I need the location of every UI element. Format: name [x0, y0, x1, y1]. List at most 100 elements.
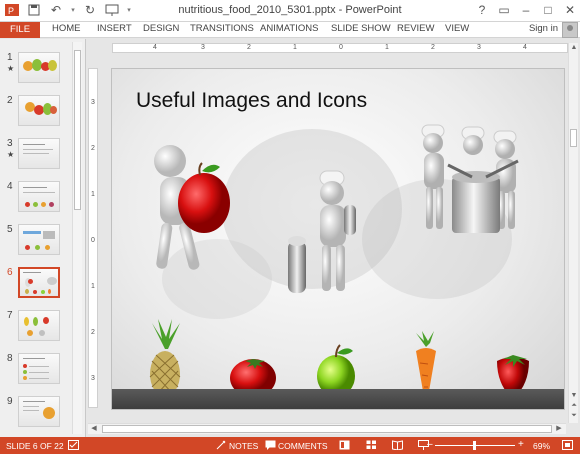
slide-thumbnail-pane: 1 ★ 2 3 ★ 4 5 6 7 8 9 [0, 39, 86, 437]
scroll-up-icon[interactable]: ▲ [569, 43, 579, 53]
scroll-left-icon[interactable]: ◀ [89, 424, 99, 434]
animation-star-icon: ★ [7, 150, 15, 159]
status-bar: SLIDE 6 OF 22 NOTES COMMENTS – + 69% [0, 437, 580, 454]
tab-design[interactable]: DESIGN [143, 22, 179, 38]
ruler-label: 3 [477, 44, 481, 51]
thumbnail-image[interactable] [18, 181, 60, 212]
notes-icon[interactable] [216, 440, 227, 450]
slide-floor-band [112, 389, 564, 409]
avatar[interactable] [562, 22, 578, 38]
reading-view-icon[interactable] [392, 440, 403, 450]
zoom-in-button[interactable]: + [518, 439, 524, 450]
tab-home[interactable]: HOME [52, 22, 81, 38]
chef-with-salt-shakers-image[interactable] [284, 169, 374, 304]
thumbnail-image[interactable] [18, 310, 60, 341]
thumbnail-number: 6 [7, 267, 13, 278]
scrollbar-thumb[interactable] [570, 129, 577, 147]
ruler-label: 1 [91, 191, 95, 198]
ruler-label: 2 [431, 44, 435, 51]
zoom-slider-knob[interactable] [473, 441, 476, 450]
ruler-label: 4 [523, 44, 527, 51]
thumbnail-slide-3[interactable]: 3 ★ [0, 138, 70, 178]
zoom-level[interactable]: 69% [533, 441, 550, 451]
maximize-button[interactable]: □ [540, 1, 556, 19]
thumbnail-image[interactable] [18, 224, 60, 255]
ruler-label: 0 [91, 237, 95, 244]
sign-in-link[interactable]: Sign in [529, 23, 558, 34]
thumbnail-scrollbar[interactable] [72, 42, 82, 434]
thumbnail-number: 7 [7, 310, 13, 321]
help-icon[interactable]: ? [474, 1, 490, 19]
ribbon-tabs: FILE HOME INSERT DESIGN TRANSITIONS ANIM… [0, 22, 580, 38]
tab-review[interactable]: REVIEW [397, 22, 434, 38]
thumbnail-image[interactable] [18, 138, 60, 169]
thumbnail-slide-4[interactable]: 4 [0, 181, 70, 221]
thumbnail-number: 9 [7, 396, 13, 407]
thumbnail-image[interactable] [18, 95, 60, 126]
ruler-label: 1 [293, 44, 297, 51]
tab-transitions[interactable]: TRANSITIONS [190, 22, 254, 38]
thumbnail-slide-6[interactable]: 6 [0, 267, 70, 307]
title-bar: P ↶ ▾ ↻ ▾ nutritious_food_2010_5301.pptx… [0, 0, 580, 22]
zoom-slider[interactable] [435, 441, 515, 450]
ruler-label: 2 [247, 44, 251, 51]
close-button[interactable]: ✕ [562, 1, 578, 19]
next-slide-icon[interactable]: ⏷ [569, 411, 579, 421]
chefs-cooking-pot-image[interactable] [408, 121, 548, 243]
slide-counter: SLIDE 6 OF 22 [6, 441, 64, 451]
tab-file[interactable]: FILE [0, 22, 40, 38]
ruler-label: 4 [153, 44, 157, 51]
thumbnail-slide-7[interactable]: 7 [0, 310, 70, 350]
zoom-out-button[interactable]: – [427, 439, 433, 450]
pineapple-icon[interactable] [142, 319, 188, 399]
tab-slide-show[interactable]: SLIDE SHOW [331, 22, 391, 38]
normal-view-icon[interactable] [339, 440, 350, 450]
previous-slide-icon[interactable]: ⏶ [569, 401, 579, 411]
ruler-label: 2 [91, 145, 95, 152]
thumbnail-slide-8[interactable]: 8 [0, 353, 70, 393]
ruler-label: 0 [339, 44, 343, 51]
thumbnail-number: 2 [7, 95, 13, 106]
scroll-down-icon[interactable]: ▼ [569, 391, 579, 401]
thumbnail-slide-2[interactable]: 2 [0, 95, 70, 135]
animation-star-icon: ★ [7, 64, 15, 73]
comments-button[interactable]: COMMENTS [278, 441, 328, 451]
thumbnail-slide-1[interactable]: 1 ★ [0, 52, 70, 92]
horizontal-ruler: 4 3 2 1 0 1 2 3 4 [112, 43, 568, 53]
thumbnail-slide-9[interactable]: 9 [0, 396, 70, 436]
slide-canvas[interactable]: Useful Images and Icons [111, 68, 565, 410]
thumbnail-scrollbar-thumb[interactable] [74, 50, 81, 210]
thumbnail-number: 1 [7, 52, 13, 63]
tab-insert[interactable]: INSERT [97, 22, 132, 38]
slide-horizontal-scrollbar[interactable]: ◀ ▶ [88, 423, 566, 434]
scroll-right-icon[interactable]: ▶ [554, 424, 564, 434]
ruler-label: 3 [201, 44, 205, 51]
fit-slide-icon[interactable] [562, 440, 573, 450]
scrollbar-thumb[interactable] [102, 425, 552, 433]
thumbnail-image-selected[interactable] [18, 267, 60, 298]
thumbnail-image[interactable] [18, 396, 60, 427]
ruler-label: 3 [91, 99, 95, 106]
thumbnail-number: 3 [7, 138, 13, 149]
ribbon-display-options-icon[interactable]: ▭ [496, 1, 512, 19]
notes-button[interactable]: NOTES [229, 441, 258, 451]
comments-icon[interactable] [265, 440, 276, 450]
ruler-label: 1 [385, 44, 389, 51]
thumbnail-number: 4 [7, 181, 13, 192]
slide-vertical-scrollbar[interactable]: ▲ ▼ ⏶ ⏷ [568, 43, 578, 423]
thumbnail-image[interactable] [18, 353, 60, 384]
thumbnail-slide-5[interactable]: 5 [0, 224, 70, 264]
thumbnail-image[interactable] [18, 52, 60, 83]
figure-holding-apple-image[interactable] [142, 139, 242, 299]
ruler-label: 3 [91, 375, 95, 382]
vertical-ruler: 3 2 1 0 1 2 3 [88, 68, 98, 408]
tab-animations[interactable]: ANIMATIONS [260, 22, 318, 38]
slide-sorter-icon[interactable] [366, 440, 377, 450]
thumbnail-number: 8 [7, 353, 13, 364]
spelling-check-icon[interactable] [68, 440, 79, 450]
tab-view[interactable]: VIEW [445, 22, 469, 38]
minimize-button[interactable]: – [518, 1, 534, 19]
slide-title[interactable]: Useful Images and Icons [136, 89, 367, 113]
thumbnail-number: 5 [7, 224, 13, 235]
ruler-label: 2 [91, 329, 95, 336]
